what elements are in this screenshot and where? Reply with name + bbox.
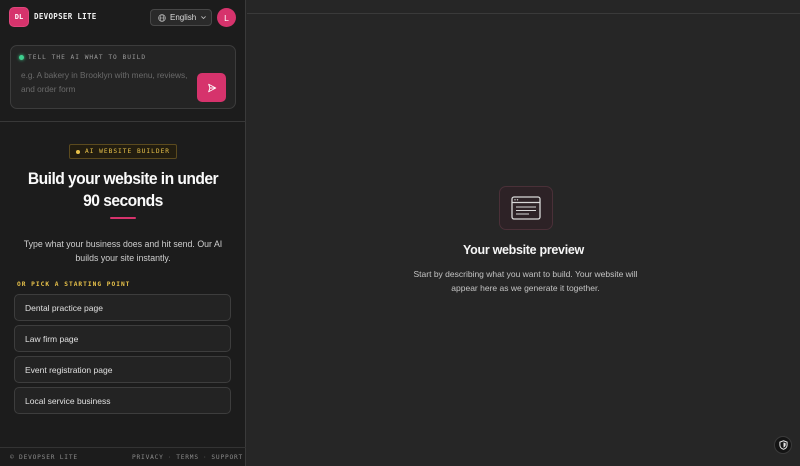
preset-event-registration[interactable]: Event registration page xyxy=(14,356,231,383)
send-icon xyxy=(207,83,216,92)
footer-brand: © DEVOPSER LITE xyxy=(10,454,78,461)
chevron-down-icon xyxy=(201,16,207,20)
brand-name: DEVOPSER LITE xyxy=(34,12,97,21)
privacy-shield-button[interactable] xyxy=(774,436,792,454)
app-logo[interactable]: DL xyxy=(10,8,28,26)
prompt-label-text: TELL THE AI WHAT TO BUILD xyxy=(28,54,147,61)
preview-title: Your website preview xyxy=(463,243,584,257)
prompt-input[interactable] xyxy=(21,68,191,102)
presets-label: OR PICK A STARTING POINT xyxy=(17,281,131,288)
status-dot xyxy=(19,55,24,60)
user-avatar[interactable]: L xyxy=(217,8,236,27)
headline-line-2: 90 seconds xyxy=(83,191,163,210)
prompt-label: TELL THE AI WHAT TO BUILD xyxy=(19,54,146,61)
preview-description: Start by describing what you want to bui… xyxy=(413,269,638,293)
hero-subtext: Type what your business does and hit sen… xyxy=(23,239,223,263)
preview-top-border xyxy=(247,13,800,14)
privacy-link[interactable]: PRIVACY xyxy=(132,454,164,461)
terms-link[interactable]: TERMS xyxy=(176,454,199,461)
hero-badge: AI WEBSITE BUILDER xyxy=(69,144,177,159)
sidebar: DL DEVOPSER LITE English L TELL THE AI W… xyxy=(0,0,246,466)
language-selector[interactable]: English xyxy=(150,9,212,26)
preset-law-firm[interactable]: Law firm page xyxy=(14,325,231,352)
badge-dot xyxy=(75,149,80,154)
prompt-panel: TELL THE AI WHAT TO BUILD xyxy=(10,45,236,109)
badge-text: AI WEBSITE BUILDER xyxy=(84,148,171,155)
preview-icon-container xyxy=(499,186,553,230)
footer-divider xyxy=(0,447,246,448)
preset-dental-practice[interactable]: Dental practice page xyxy=(14,294,231,321)
shield-icon xyxy=(778,440,788,450)
section-divider xyxy=(0,121,246,122)
footer-separator: · xyxy=(202,454,208,461)
footer-separator: · xyxy=(167,454,173,461)
headline-accent-bar xyxy=(110,217,136,219)
send-button[interactable] xyxy=(197,73,226,102)
globe-icon xyxy=(158,13,166,22)
preset-local-service[interactable]: Local service business xyxy=(14,387,231,414)
hero-headline: Build your website in under 90 seconds xyxy=(10,168,236,212)
language-label: English xyxy=(170,13,197,22)
browser-window-icon xyxy=(511,196,541,220)
footer-links: PRIVACY · TERMS · SUPPORT xyxy=(132,454,243,461)
headline-line-1: Build your website in under xyxy=(27,169,219,188)
support-link[interactable]: SUPPORT xyxy=(211,454,243,461)
sidebar-header: DL DEVOPSER LITE English L xyxy=(0,0,246,35)
